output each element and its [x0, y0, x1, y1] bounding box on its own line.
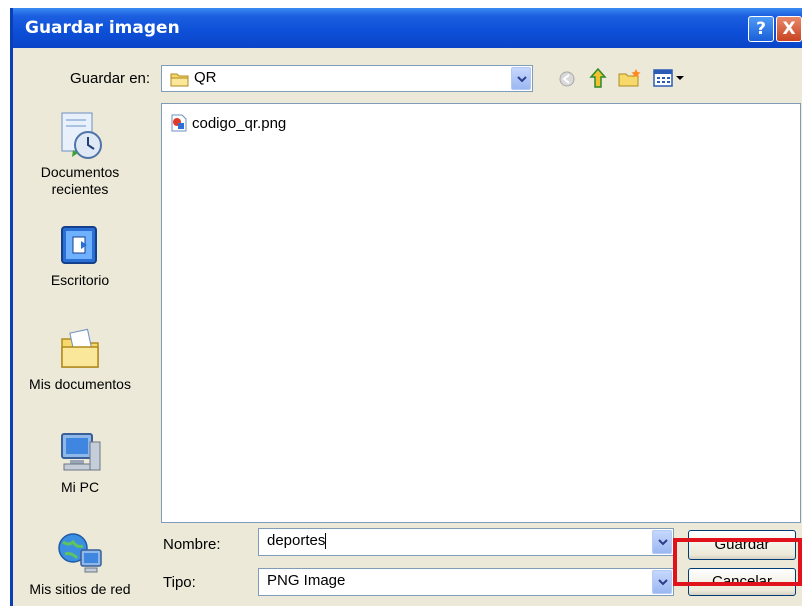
- filetype-value: PNG Image: [267, 572, 346, 589]
- my-computer-icon: [61, 433, 101, 471]
- location-select[interactable]: QR: [161, 65, 533, 92]
- filename-input[interactable]: deportes: [258, 528, 674, 556]
- desktop-icon: [61, 226, 97, 264]
- network-places-icon: [58, 533, 102, 573]
- place-my-documents[interactable]: Mis documentos: [13, 325, 147, 393]
- file-name: codigo_qr.png: [192, 114, 287, 132]
- filename-value: deportes: [267, 532, 326, 549]
- chevron-down-icon: [658, 539, 668, 546]
- filetype-dropdown-button[interactable]: [652, 570, 672, 594]
- location-dropdown-button[interactable]: [511, 67, 531, 90]
- view-menu-icon[interactable]: [653, 68, 687, 88]
- filetype-label: Tipo:: [163, 574, 196, 591]
- up-folder-icon[interactable]: [588, 67, 608, 89]
- dialog-title: Guardar imagen: [25, 18, 180, 38]
- my-documents-icon: [61, 328, 99, 368]
- png-file-icon: [171, 114, 187, 132]
- location-value: QR: [194, 69, 217, 86]
- recent-documents-icon: [61, 112, 102, 159]
- help-button[interactable]: ?: [748, 16, 774, 42]
- place-network-places[interactable]: Mis sitios de red: [13, 528, 147, 598]
- folder-icon: [170, 73, 189, 87]
- title-bar[interactable]: Guardar imagen ? X: [13, 8, 802, 48]
- chevron-down-icon: [517, 76, 527, 83]
- place-recent-documents[interactable]: Documentos recientes: [13, 109, 147, 198]
- place-desktop[interactable]: Escritorio: [13, 223, 147, 289]
- new-folder-icon[interactable]: [618, 68, 642, 88]
- close-button[interactable]: X: [776, 16, 802, 42]
- save-button-highlight: [673, 538, 802, 586]
- filetype-select[interactable]: PNG Image: [258, 568, 674, 596]
- location-label: Guardar en:: [70, 70, 151, 87]
- save-image-dialog: Guardar imagen ? X Guardar en: QR Docume…: [10, 8, 802, 606]
- place-my-computer[interactable]: Mi PC: [13, 428, 147, 496]
- filename-label: Nombre:: [163, 536, 221, 553]
- chevron-down-icon: [658, 579, 668, 586]
- list-item[interactable]: codigo_qr.png: [170, 114, 286, 132]
- text-caret: [325, 533, 327, 550]
- places-bar: Documentos recientes Escritorio Mis docu…: [13, 103, 147, 603]
- file-list[interactable]: codigo_qr.png: [161, 103, 801, 523]
- filename-dropdown-button[interactable]: [652, 530, 672, 554]
- back-icon[interactable]: [558, 70, 576, 88]
